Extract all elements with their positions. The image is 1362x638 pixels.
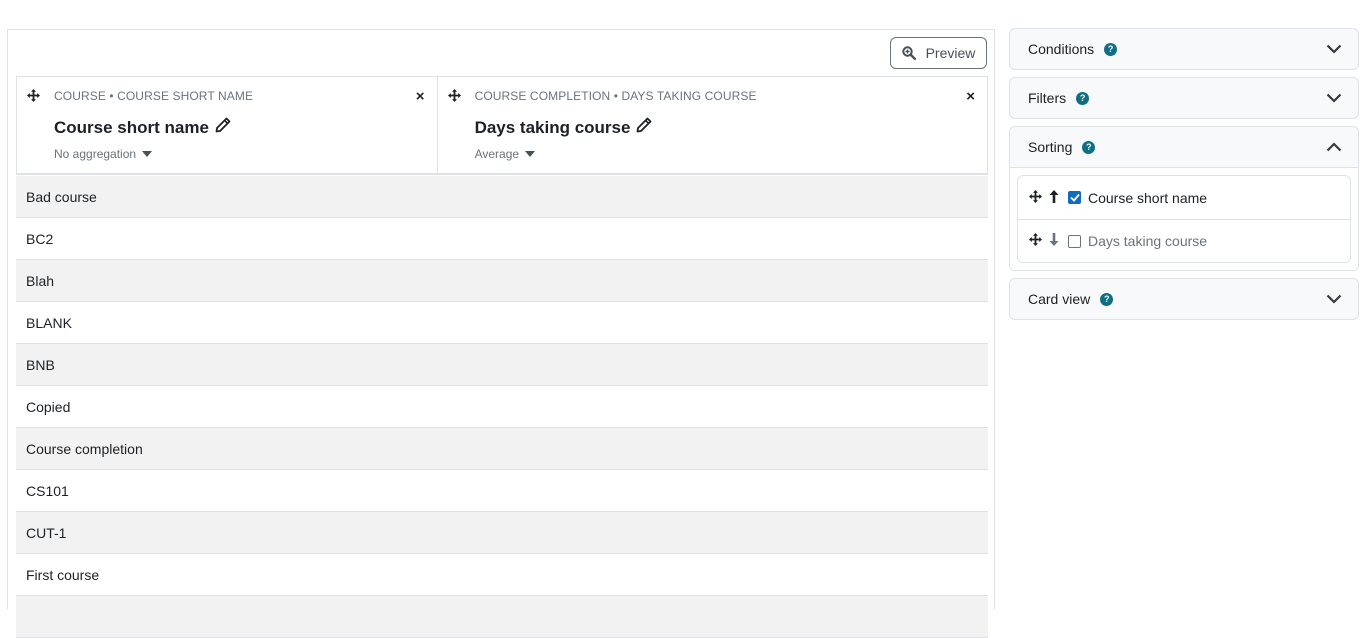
help-icon[interactable]: ?: [1082, 140, 1096, 154]
conditions-card: Conditions ?: [1009, 28, 1359, 70]
column-header-days-taking-course: COURSE COMPLETION • DAYS TAKING COURSE ×…: [436, 77, 987, 173]
help-icon[interactable]: ?: [1076, 91, 1090, 105]
sort-enabled-checkbox[interactable]: [1068, 191, 1081, 204]
move-icon[interactable]: [1029, 233, 1042, 249]
table-row: CUT-1: [16, 512, 988, 554]
table-row: Copied: [16, 386, 988, 428]
table-cell: Bad course: [26, 188, 97, 205]
column-title-text: Days taking course: [474, 117, 631, 137]
settings-sidebar: Conditions ? Filters ? Sorting ? Course …: [1009, 28, 1359, 327]
sort-item-course-short-name: Course short name: [1018, 176, 1350, 219]
move-icon[interactable]: [1029, 189, 1042, 206]
table-row: BNB: [16, 344, 988, 386]
zoom-icon: [901, 46, 916, 60]
sort-item-label: Days taking course: [1088, 233, 1208, 249]
chevron-up-icon: [1326, 140, 1342, 156]
sorting-label: Sorting: [1028, 139, 1073, 155]
caret-down-icon: [142, 151, 153, 157]
arrow-down-icon[interactable]: [1049, 233, 1059, 249]
table-cell: First course: [26, 566, 100, 583]
table-row: BLANK: [16, 302, 988, 344]
move-icon[interactable]: [27, 89, 40, 107]
table-row: [16, 596, 988, 638]
table-cell: BNB: [26, 356, 55, 373]
table-row: Course completion: [16, 428, 988, 470]
pencil-icon[interactable]: [636, 117, 652, 138]
table-cell: BC2: [26, 230, 54, 247]
card-view-toggle[interactable]: Card view ?: [1010, 279, 1358, 319]
sorting-body: Course short name Days taking course: [1010, 167, 1358, 270]
conditions-label: Conditions: [1028, 41, 1095, 57]
arrow-up-icon[interactable]: [1049, 189, 1059, 206]
card-view-card: Card view ?: [1009, 278, 1359, 320]
chevron-down-icon: [1326, 91, 1342, 107]
aggregation-value: Average: [474, 147, 520, 161]
sort-enabled-checkbox[interactable]: [1068, 234, 1081, 248]
column-header-course-short-name: COURSE • COURSE SHORT NAME × Course shor…: [17, 77, 437, 173]
table-row: BC2: [16, 218, 988, 260]
table-row: CS101: [16, 470, 988, 512]
column-title: Course short name: [54, 117, 231, 138]
sort-list: Course short name Days taking course: [1017, 175, 1351, 263]
column-header-row: COURSE • COURSE SHORT NAME × Course shor…: [16, 76, 988, 175]
remove-column-close-icon[interactable]: ×: [416, 89, 425, 104]
help-icon[interactable]: ?: [1100, 292, 1114, 306]
report-table-body: Bad course BC2 Blah BLANK BNB Copied Cou…: [16, 176, 988, 638]
conditions-toggle[interactable]: Conditions ?: [1010, 29, 1358, 69]
table-cell: BLANK: [26, 314, 72, 331]
table-cell: Copied: [26, 398, 71, 415]
caret-down-icon: [525, 151, 536, 157]
table-cell: CUT-1: [26, 524, 67, 541]
pencil-icon[interactable]: [215, 117, 231, 138]
sorting-toggle[interactable]: Sorting ?: [1010, 127, 1358, 167]
column-title-text: Course short name: [54, 117, 209, 137]
aggregation-dropdown[interactable]: Average: [474, 147, 536, 161]
sort-item-days-taking-course: Days taking course: [1018, 219, 1350, 262]
chevron-down-icon: [1326, 42, 1342, 58]
table-cell: CS101: [26, 482, 69, 499]
preview-button[interactable]: Preview: [890, 37, 987, 69]
column-title: Days taking course: [475, 117, 653, 138]
table-row: Blah: [16, 260, 988, 302]
aggregation-dropdown[interactable]: No aggregation: [54, 147, 153, 161]
sort-item-label: Course short name: [1088, 189, 1208, 206]
filters-card: Filters ?: [1009, 77, 1359, 119]
table-row: First course: [16, 554, 988, 596]
filters-label: Filters: [1028, 90, 1067, 106]
card-view-label: Card view: [1028, 291, 1091, 307]
move-icon[interactable]: [447, 89, 461, 107]
filters-toggle[interactable]: Filters ?: [1010, 78, 1358, 118]
column-category: COURSE COMPLETION • DAYS TAKING COURSE: [474, 89, 757, 103]
chevron-down-icon: [1326, 292, 1342, 308]
table-cell: Course completion: [26, 440, 143, 457]
preview-button-label: Preview: [925, 45, 976, 61]
help-icon[interactable]: ?: [1104, 42, 1118, 56]
report-editor-panel: Preview COURSE • COURSE SHORT NAME × Cou…: [7, 29, 995, 638]
table-row: Bad course: [16, 176, 988, 218]
aggregation-value: No aggregation: [54, 147, 137, 161]
column-category: COURSE • COURSE SHORT NAME: [54, 89, 254, 103]
table-cell: Blah: [26, 272, 55, 289]
sorting-card: Sorting ? Course short name Days taking …: [1009, 126, 1359, 271]
remove-column-close-icon[interactable]: ×: [966, 89, 975, 104]
